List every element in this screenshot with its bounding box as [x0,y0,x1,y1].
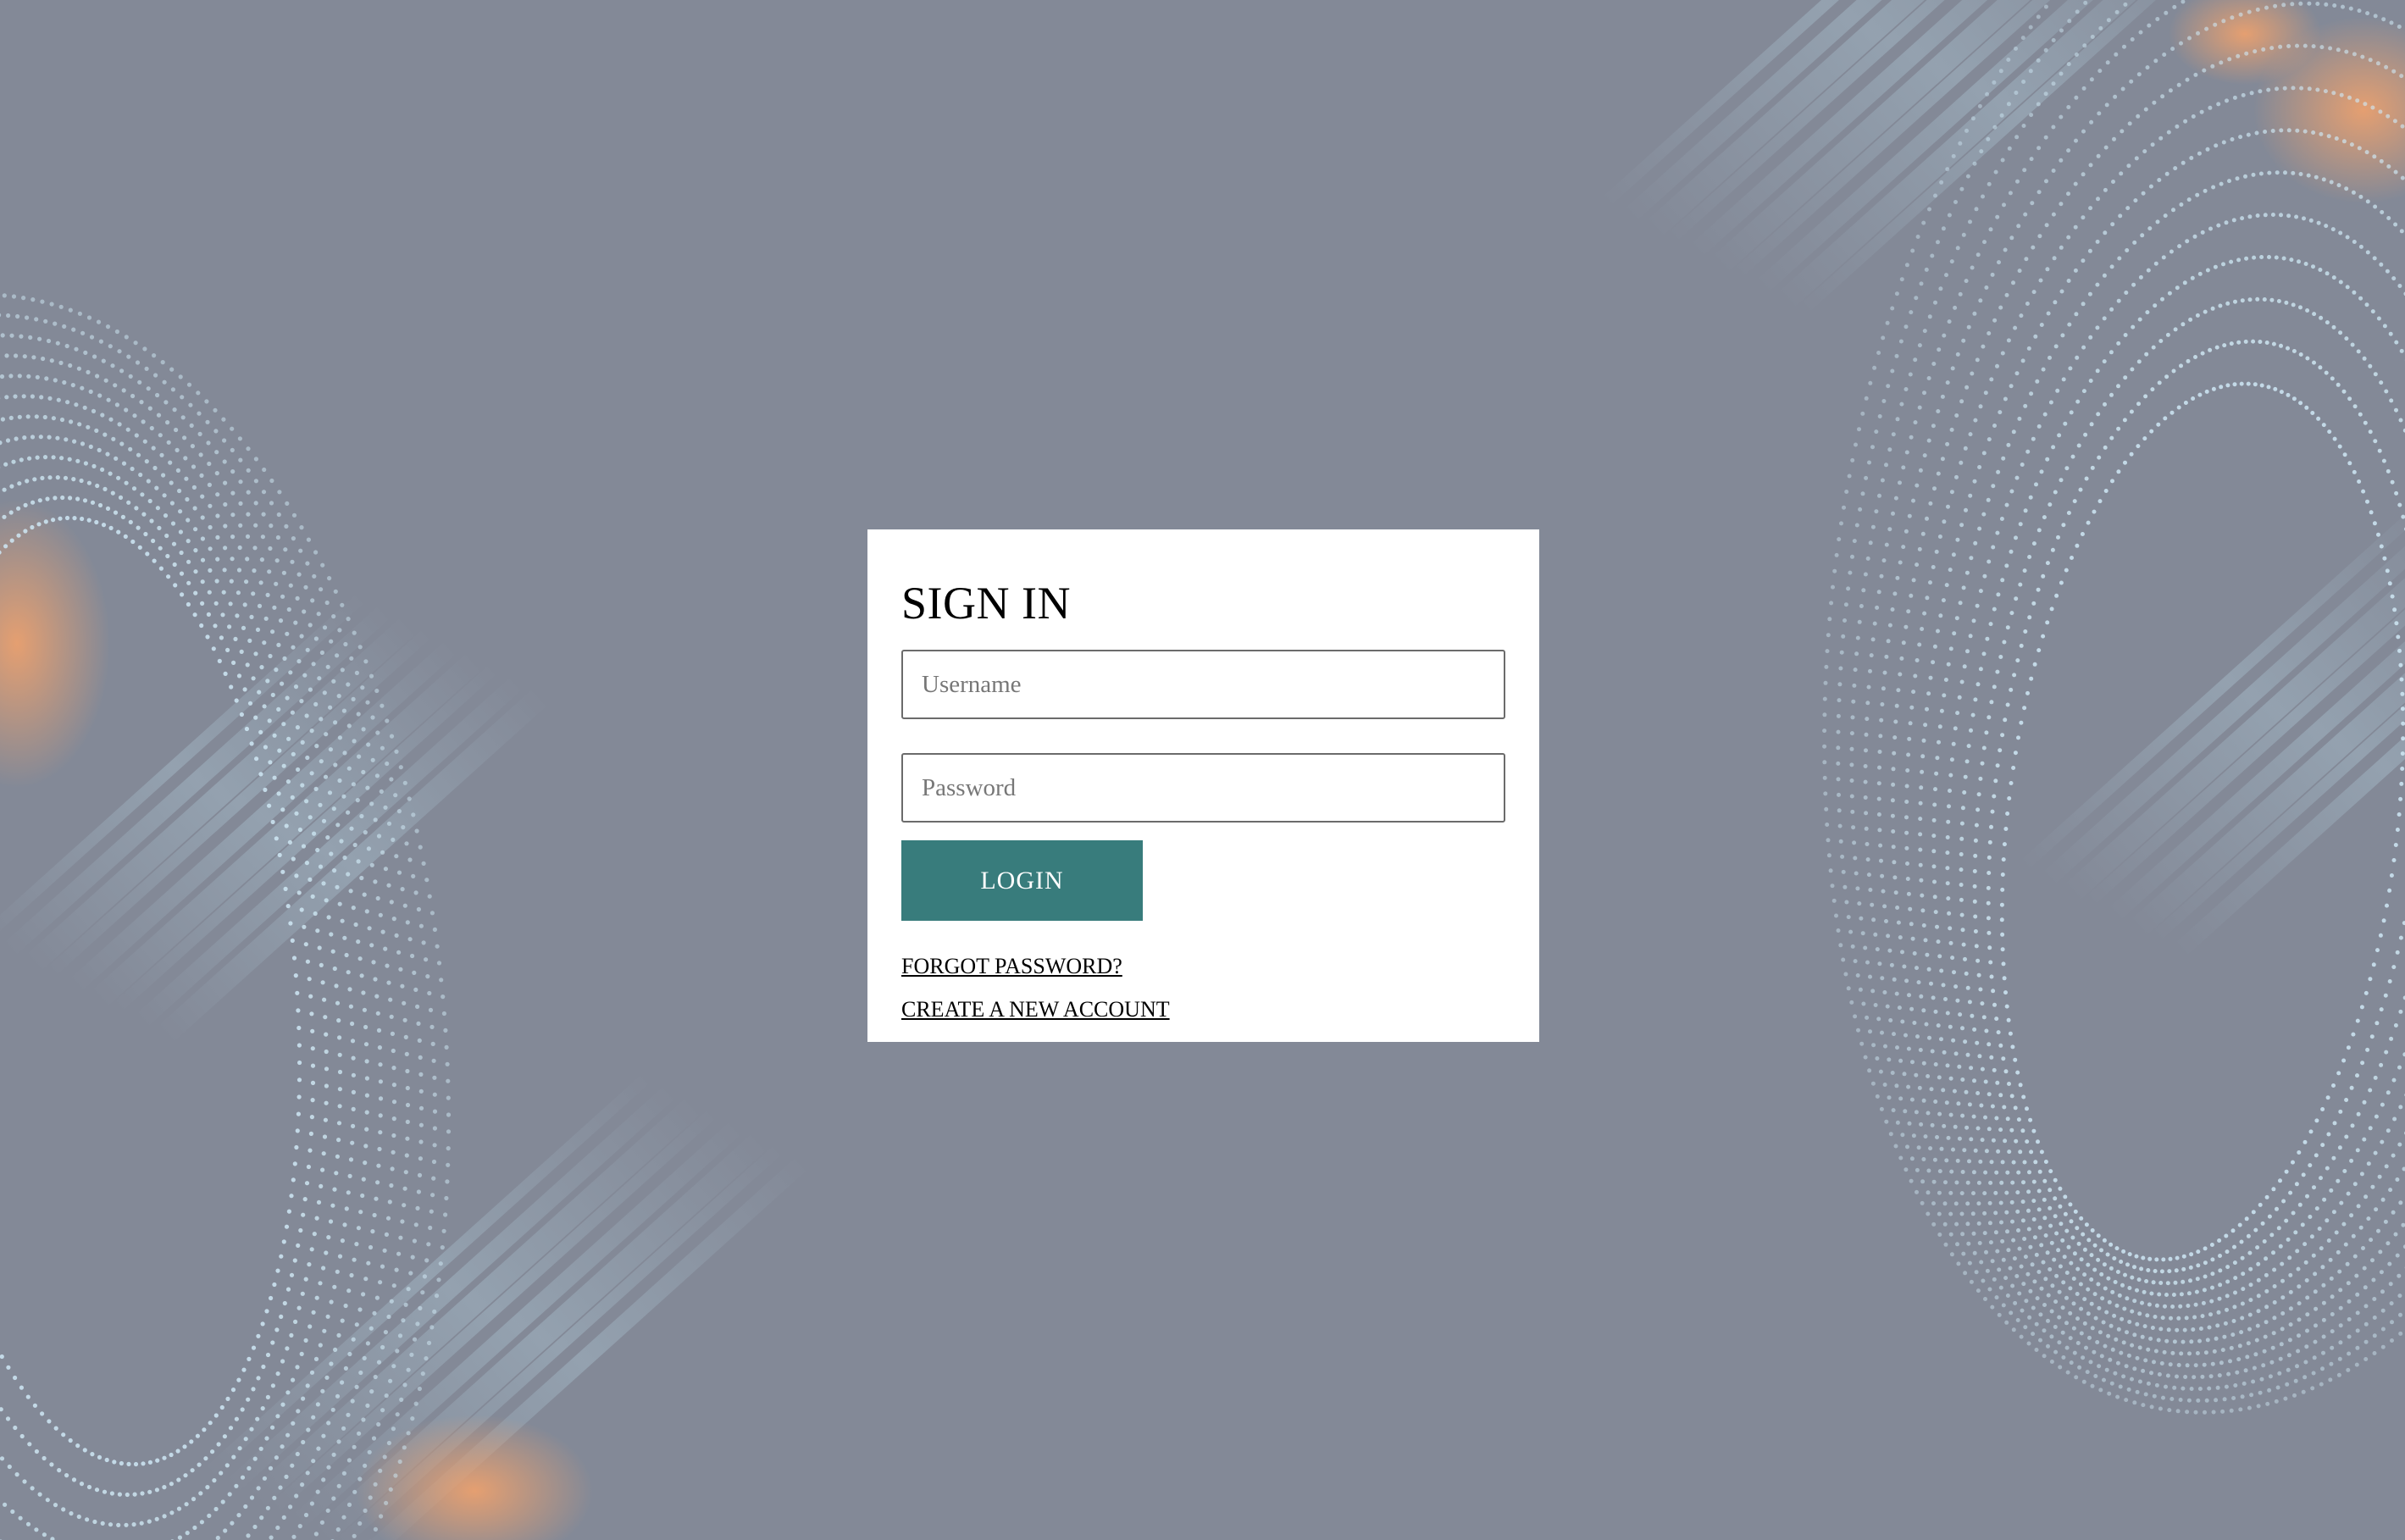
forgot-password-link[interactable]: FORGOT PASSWORD? [901,944,1505,988]
account-links: FORGOT PASSWORD? CREATE A NEW ACCOUNT [901,944,1505,1031]
password-input[interactable] [901,753,1505,823]
sign-in-title: SIGN IN [901,578,1071,629]
username-input[interactable] [901,650,1505,719]
create-account-link[interactable]: CREATE A NEW ACCOUNT [901,988,1505,1031]
sign-in-card: SIGN IN LOGIN FORGOT PASSWORD? CREATE A … [867,529,1539,1042]
login-button[interactable]: LOGIN [901,840,1143,921]
